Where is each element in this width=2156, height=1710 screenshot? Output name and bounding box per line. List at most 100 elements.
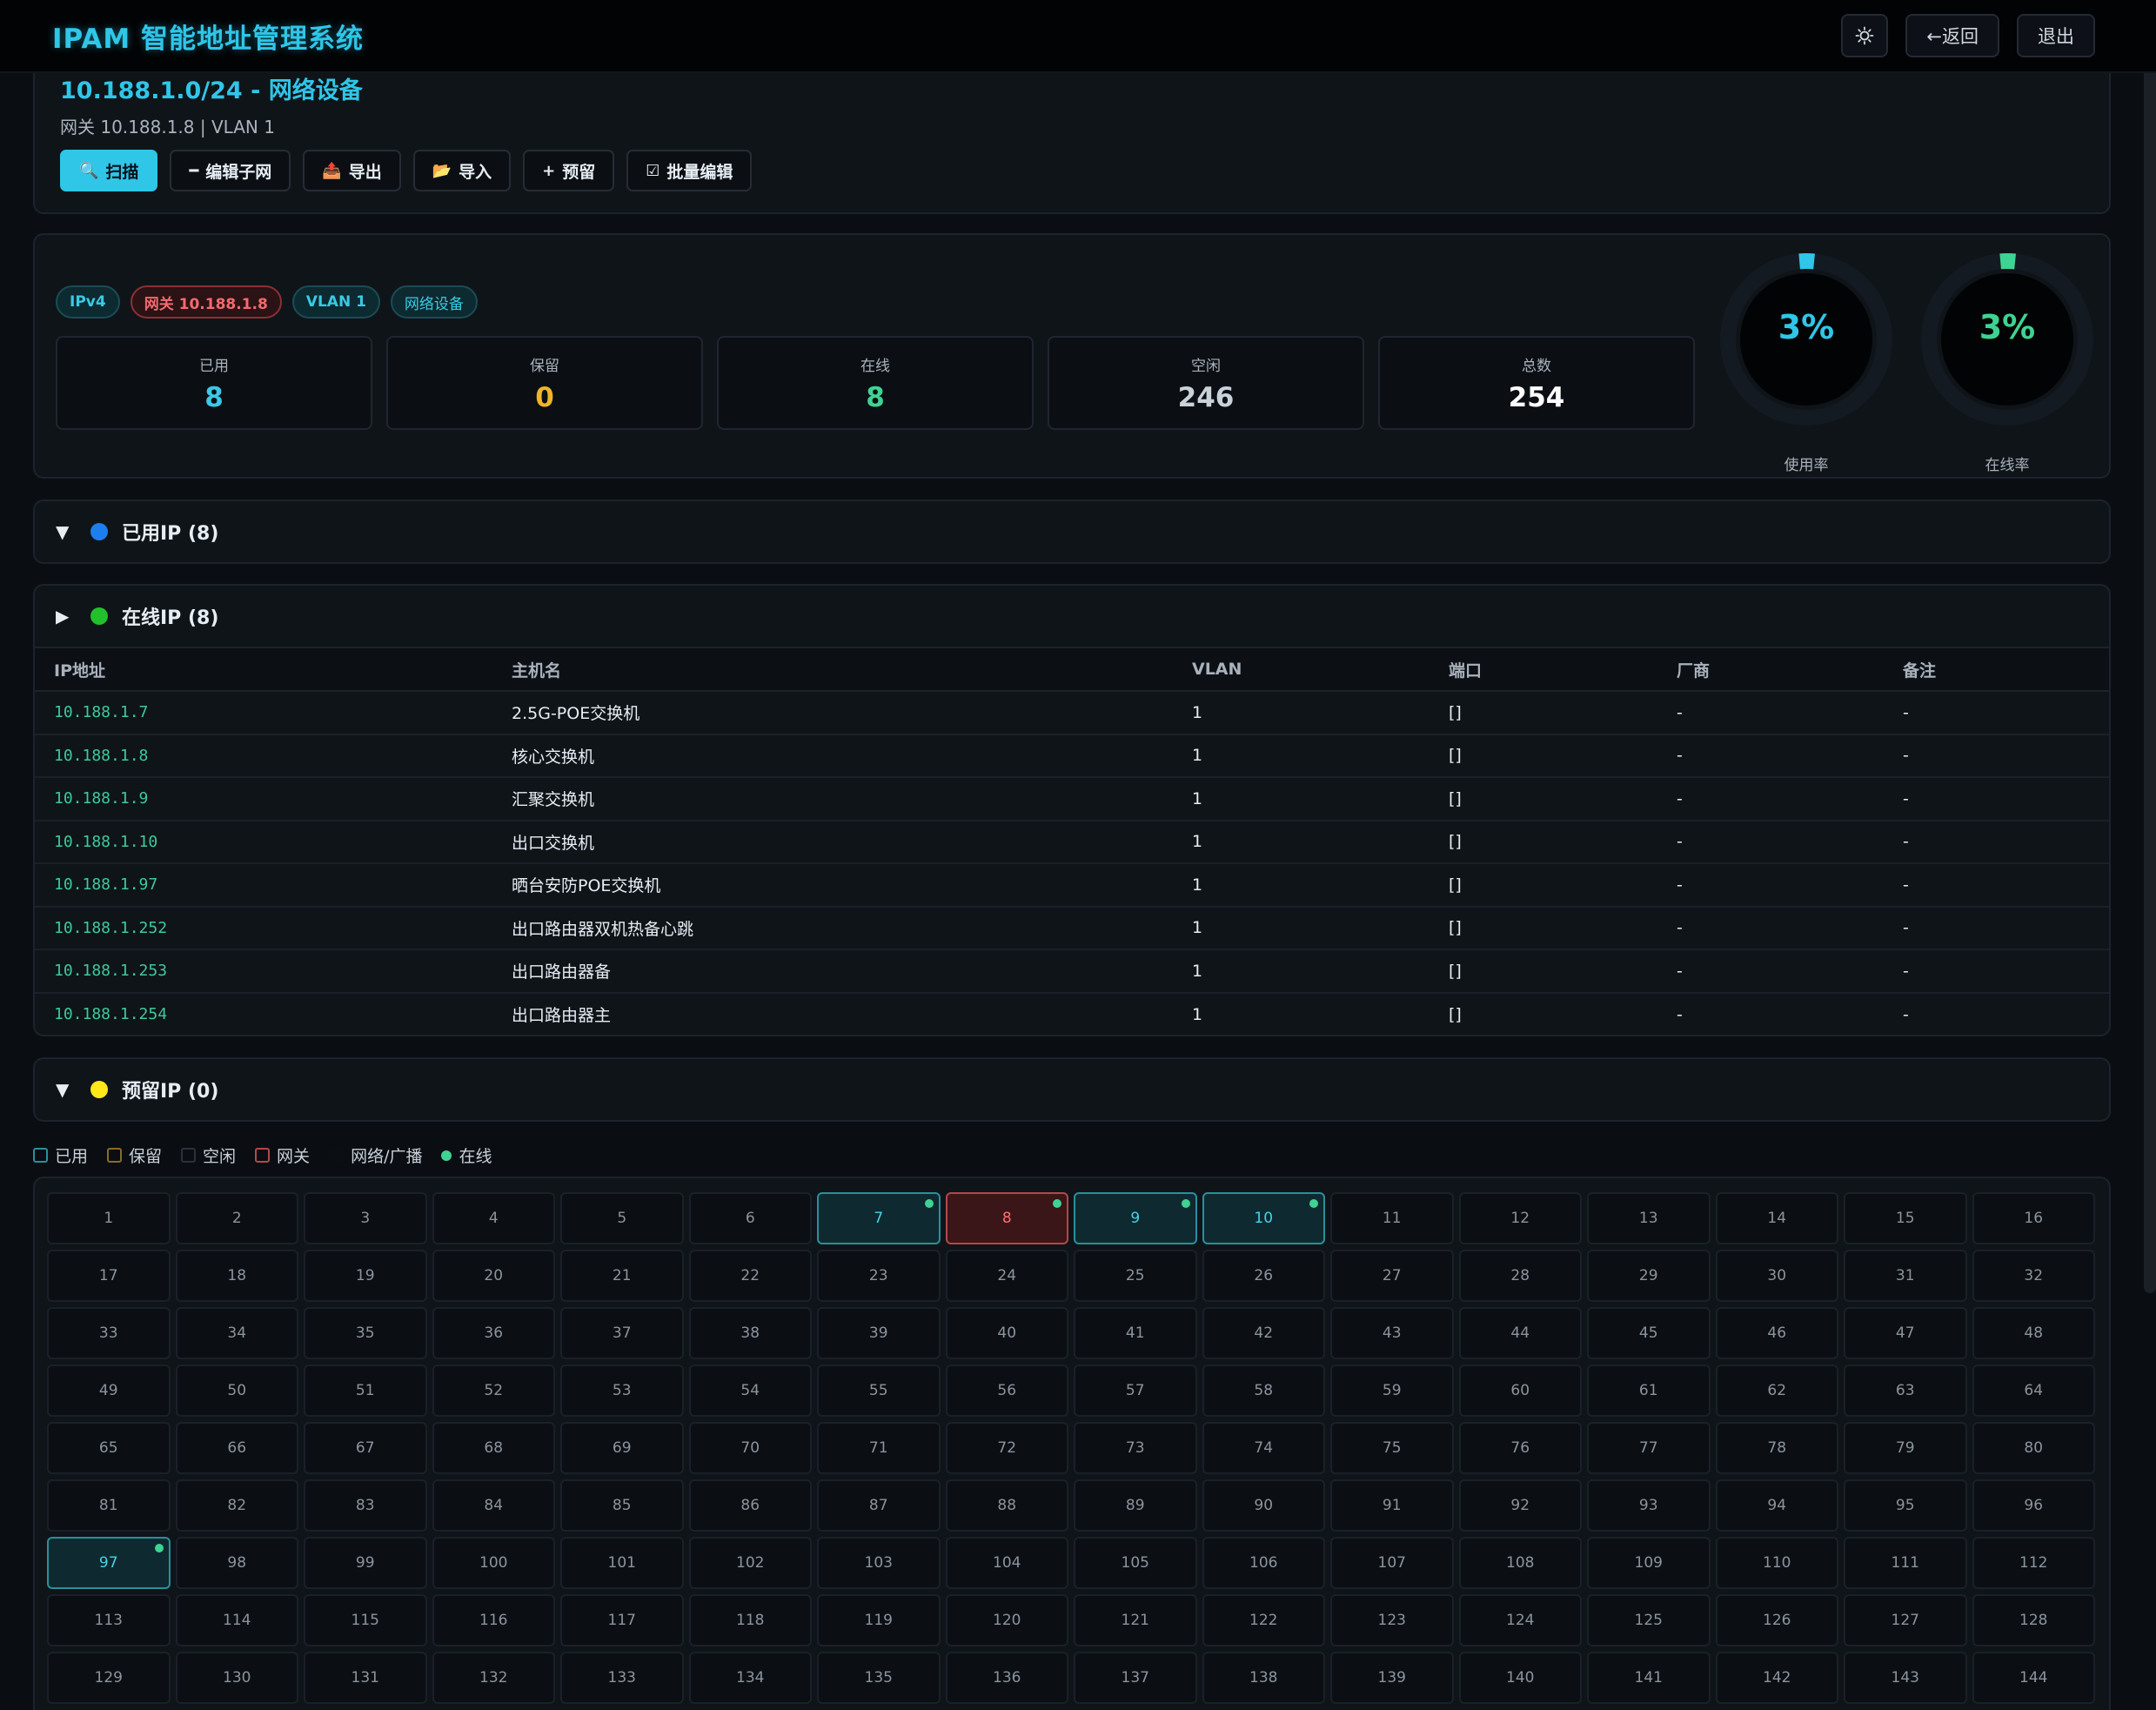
ip-cell[interactable]: 111 [1844,1537,1967,1589]
ip-cell[interactable]: 130 [175,1652,298,1704]
ip-cell[interactable]: 120 [945,1594,1068,1646]
ip-cell[interactable]: 144 [1972,1652,2095,1704]
ip-cell[interactable]: 41 [1074,1307,1197,1359]
ip-cell[interactable]: 128 [1972,1594,2095,1646]
ip-cell[interactable]: 50 [175,1365,298,1417]
reserved-ip-section-header[interactable]: ▼ 预留IP (0) [35,1059,2109,1120]
ip-cell[interactable]: 90 [1202,1479,1325,1532]
ip-cell[interactable]: 114 [175,1594,298,1646]
ip-cell[interactable]: 62 [1715,1365,1838,1417]
ip-cell[interactable]: 143 [1844,1652,1967,1704]
ip-cell[interactable]: 55 [817,1365,941,1417]
ip-cell[interactable]: 89 [1074,1479,1197,1532]
ip-cell[interactable]: 126 [1715,1594,1838,1646]
ip-cell[interactable]: 102 [688,1537,812,1589]
ip-cell[interactable]: 109 [1587,1537,1711,1589]
ip-cell[interactable]: 35 [304,1307,427,1359]
ip-cell[interactable]: 21 [560,1250,684,1302]
ip-cell[interactable]: 31 [1844,1250,1967,1302]
ip-cell[interactable]: 48 [1972,1307,2095,1359]
ip-cell[interactable]: 42 [1202,1307,1325,1359]
ip-cell[interactable]: 92 [1458,1479,1582,1532]
ip-cell[interactable]: 88 [945,1479,1068,1532]
ip-cell[interactable]: 85 [560,1479,684,1532]
ip-cell[interactable]: 86 [688,1479,812,1532]
ip-cell[interactable]: 22 [688,1250,812,1302]
ip-cell[interactable]: 29 [1587,1250,1711,1302]
ip-cell[interactable]: 68 [432,1422,555,1474]
ip-cell[interactable]: 75 [1330,1422,1454,1474]
ip-cell[interactable]: 53 [560,1365,684,1417]
ip-cell[interactable]: 117 [560,1594,684,1646]
used-ip-section-header[interactable]: ▼ 已用IP (8) [35,501,2109,562]
ip-cell[interactable]: 24 [945,1250,1068,1302]
ip-cell[interactable]: 115 [304,1594,427,1646]
ip-cell[interactable]: 7 [817,1192,941,1244]
ip-cell[interactable]: 141 [1587,1652,1711,1704]
ip-cell[interactable]: 84 [432,1479,555,1532]
ip-cell[interactable]: 70 [688,1422,812,1474]
ip-cell[interactable]: 8 [945,1192,1068,1244]
ip-cell[interactable]: 34 [175,1307,298,1359]
ip-cell[interactable]: 20 [432,1250,555,1302]
ip-cell[interactable]: 59 [1330,1365,1454,1417]
ip-cell[interactable]: 28 [1458,1250,1582,1302]
ip-cell[interactable]: 123 [1330,1594,1454,1646]
ip-cell[interactable]: 118 [688,1594,812,1646]
table-row[interactable]: 10.188.1.97 晒台安防POE交换机 1[] - - [35,863,2109,908]
ip-cell[interactable]: 116 [432,1594,555,1646]
ip-cell[interactable]: 121 [1074,1594,1197,1646]
ip-cell[interactable]: 87 [817,1479,941,1532]
ip-cell[interactable]: 3 [304,1192,427,1244]
ip-cell[interactable]: 5 [560,1192,684,1244]
table-row[interactable]: 10.188.1.253 出口路由器备 1[] - - [35,949,2109,994]
ip-cell[interactable]: 9 [1074,1192,1197,1244]
action-button-5[interactable]: ☑ 批量编辑 [626,150,753,191]
ip-cell[interactable]: 40 [945,1307,1068,1359]
back-button[interactable]: ←返回 [1905,14,1999,57]
ip-cell[interactable]: 1 [47,1192,171,1244]
ip-cell[interactable]: 82 [175,1479,298,1532]
ip-cell[interactable]: 93 [1587,1479,1711,1532]
ip-cell[interactable]: 98 [175,1537,298,1589]
ip-cell[interactable]: 91 [1330,1479,1454,1532]
ip-cell[interactable]: 30 [1715,1250,1838,1302]
ip-cell[interactable]: 124 [1458,1594,1582,1646]
ip-cell[interactable]: 56 [945,1365,1068,1417]
page-scrollbar[interactable] [2144,31,2156,1293]
ip-cell[interactable]: 63 [1844,1365,1967,1417]
ip-cell[interactable]: 60 [1458,1365,1582,1417]
ip-cell[interactable]: 17 [47,1250,171,1302]
ip-cell[interactable]: 46 [1715,1307,1838,1359]
table-row[interactable]: 10.188.1.10 出口交换机 1[] - - [35,820,2109,864]
ip-cell[interactable]: 74 [1202,1422,1325,1474]
action-button-2[interactable]: 📤 导出 [303,150,401,191]
logout-button[interactable]: 退出 [2017,14,2095,57]
ip-cell[interactable]: 47 [1844,1307,1967,1359]
action-button-3[interactable]: 📂 导入 [412,150,512,191]
ip-cell[interactable]: 140 [1458,1652,1582,1704]
ip-cell[interactable]: 127 [1844,1594,1967,1646]
ip-cell[interactable]: 71 [817,1422,941,1474]
ip-cell[interactable]: 76 [1458,1422,1582,1474]
column-header[interactable]: 主机名 [492,647,1173,692]
ip-cell[interactable]: 95 [1844,1479,1967,1532]
ip-cell[interactable]: 110 [1715,1537,1838,1589]
column-header[interactable]: 厂商 [1657,647,1884,692]
ip-cell[interactable]: 107 [1330,1537,1454,1589]
ip-cell[interactable]: 32 [1972,1250,2095,1302]
ip-cell[interactable]: 100 [432,1537,555,1589]
ip-cell[interactable]: 64 [1972,1365,2095,1417]
ip-cell[interactable]: 132 [432,1652,555,1704]
ip-cell[interactable]: 51 [304,1365,427,1417]
column-header[interactable]: IP地址 [35,647,492,692]
ip-cell[interactable]: 69 [560,1422,684,1474]
ip-cell[interactable]: 77 [1587,1422,1711,1474]
ip-cell[interactable]: 137 [1074,1652,1197,1704]
ip-cell[interactable]: 13 [1587,1192,1711,1244]
action-button-0[interactable]: 🔍 扫描 [60,150,158,191]
ip-cell[interactable]: 112 [1972,1537,2095,1589]
ip-cell[interactable]: 125 [1587,1594,1711,1646]
ip-cell[interactable]: 57 [1074,1365,1197,1417]
ip-cell[interactable]: 131 [304,1652,427,1704]
